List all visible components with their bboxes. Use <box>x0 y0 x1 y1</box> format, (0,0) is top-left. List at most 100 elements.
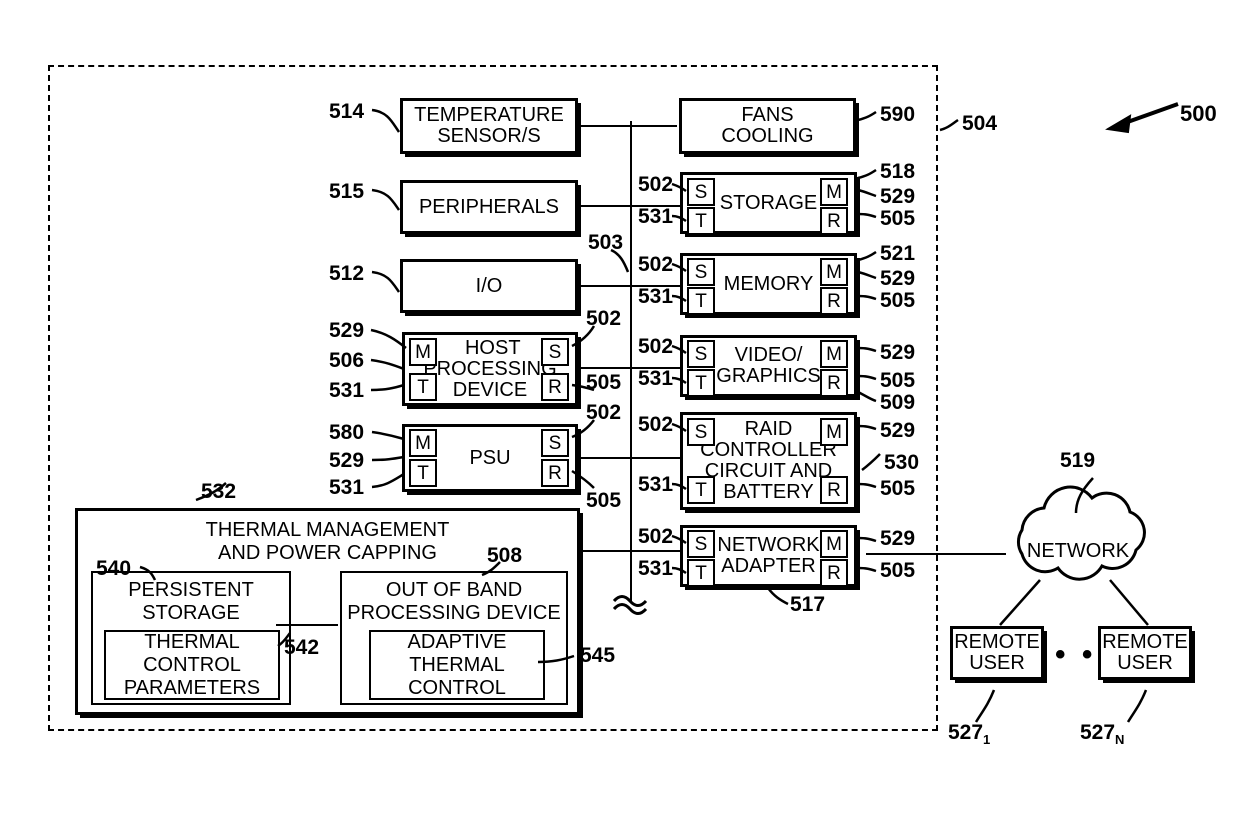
box-thermal-control-parameters[interactable]: THERMAL CONTROL PARAMETERS <box>104 630 280 700</box>
box-peripherals[interactable]: PERIPHERALS <box>400 180 578 234</box>
ref-505-netadapter: 505 <box>880 559 916 582</box>
ref-505-raid: 505 <box>880 477 916 500</box>
tile-host-m: M <box>409 338 437 366</box>
persistent-storage-line2: STORAGE <box>142 602 240 624</box>
tile-video-r: R <box>820 369 848 397</box>
tile-video-t: T <box>687 369 715 397</box>
ref-531-psu: 531 <box>329 476 365 499</box>
box-label-fans-cooling: FANS COOLING <box>721 104 814 147</box>
tile-raid-s: S <box>687 418 715 446</box>
tile-raid-t: T <box>687 476 715 504</box>
tile-netadapter-s: S <box>687 530 715 558</box>
network-cloud-label: NETWORK <box>1012 540 1144 563</box>
ref-506: 506 <box>329 349 365 372</box>
tile-psu-r: R <box>541 459 569 487</box>
persistent-storage-title: PERSISTENT STORAGE <box>93 579 289 625</box>
tile-memory-t: T <box>687 287 715 315</box>
ref-529-storage: 529 <box>880 185 916 208</box>
ref-527-n: 527N <box>1080 721 1125 748</box>
tile-storage-r: R <box>820 207 848 235</box>
oob-line2: PROCESSING DEVICE <box>347 602 561 624</box>
ref-502-storage: 502 <box>638 173 674 196</box>
thermal-title-line1: THERMAL MANAGEMENT <box>205 519 450 541</box>
ref-514: 514 <box>329 100 365 123</box>
cloud-leg-right <box>1109 579 1149 626</box>
ref-505-host-right: 505 <box>586 371 622 394</box>
ref-531-raid: 531 <box>638 473 674 496</box>
ref-518: 518 <box>880 160 916 183</box>
ref-531-storage: 531 <box>638 205 674 228</box>
ref-505-memory: 505 <box>880 289 916 312</box>
tile-psu-t: T <box>409 459 437 487</box>
box-remote-user-1[interactable]: REMOTE USER <box>950 626 1044 680</box>
ref-521: 521 <box>880 242 916 265</box>
tile-psu-m: M <box>409 429 437 457</box>
box-adaptive-thermal-control[interactable]: ADAPTIVE THERMAL CONTROL <box>369 630 545 700</box>
tile-netadapter-m: M <box>820 530 848 558</box>
figure-number-arrow <box>1105 102 1179 134</box>
ref-531-host: 531 <box>329 379 365 402</box>
tile-storage-s: S <box>687 178 715 206</box>
box-remote-user-2[interactable]: REMOTE USER <box>1098 626 1192 680</box>
ref-517: 517 <box>790 593 826 616</box>
ref-509: 509 <box>880 391 916 414</box>
oob-title: OUT OF BAND PROCESSING DEVICE <box>342 579 566 625</box>
network-cloud-icon <box>1017 485 1146 581</box>
ref-531-memory: 531 <box>638 285 674 308</box>
tile-memory-s: S <box>687 258 715 286</box>
ref-529-raid: 529 <box>880 419 916 442</box>
thermal-title-line2: AND POWER CAPPING <box>218 542 437 564</box>
tile-storage-t: T <box>687 207 715 235</box>
box-temperature-sensors[interactable]: TEMPERATURE SENSOR/S <box>400 98 578 154</box>
ref-529-video: 529 <box>880 341 916 364</box>
ref-529-host: 529 <box>329 319 365 342</box>
box-label-network-adapter: NETWORK ADAPTER <box>717 534 820 577</box>
tile-memory-m: M <box>820 258 848 286</box>
box-label-storage: STORAGE <box>719 191 818 214</box>
box-label-temperature-sensors: TEMPERATURE SENSOR/S <box>414 104 564 147</box>
tile-storage-m: M <box>820 178 848 206</box>
link-persistent-to-oob <box>276 624 338 626</box>
tile-video-s: S <box>687 340 715 368</box>
tile-memory-r: R <box>820 287 848 315</box>
ref-504: 504 <box>962 112 998 135</box>
ref-529-memory: 529 <box>880 267 916 290</box>
ref-502-video: 502 <box>638 335 674 358</box>
ref-580: 580 <box>329 421 365 444</box>
ref-502-psu-right: 502 <box>586 401 622 424</box>
bus-line-thermal <box>577 550 687 552</box>
tile-psu-s: S <box>541 429 569 457</box>
ref-512: 512 <box>329 262 365 285</box>
tile-host-t: T <box>409 373 437 401</box>
box-label-psu: PSU <box>469 446 511 469</box>
remote-user-1-label: REMOTE USER <box>954 631 1040 674</box>
persistent-storage-line1: PERSISTENT <box>128 579 254 601</box>
ref-502-netadapter: 502 <box>638 525 674 548</box>
box-persistent-storage[interactable]: PERSISTENT STORAGE THERMAL CONTROL PARAMET… <box>91 571 291 705</box>
box-thermal-management[interactable]: THERMAL MANAGEMENT AND POWER CAPPING PER… <box>75 508 580 715</box>
box-label-memory: MEMORY <box>723 272 814 295</box>
tile-video-m: M <box>820 340 848 368</box>
box-io[interactable]: I/O <box>400 259 578 313</box>
box-out-of-band-processing-device[interactable]: OUT OF BAND PROCESSING DEVICE ADAPTIVE TH… <box>340 571 568 705</box>
thermal-control-parameters-label: THERMAL CONTROL PARAMETERS <box>123 630 261 699</box>
box-label-raid-controller: RAID CONTROLLER CIRCUIT AND BATTERY <box>700 418 837 503</box>
ref-503: 503 <box>588 231 624 254</box>
ref-540: 540 <box>96 557 132 580</box>
adaptive-thermal-control-label: ADAPTIVE THERMAL CONTROL <box>407 630 507 699</box>
bus-line-network-out <box>866 553 1006 555</box>
box-label-video-graphics: VIDEO/GRAPHICS <box>716 344 821 387</box>
bus-line-psu <box>577 457 687 459</box>
box-fans-cooling[interactable]: FANS COOLING <box>679 98 856 154</box>
ref-531-video: 531 <box>638 367 674 390</box>
bus-line-temp-fans <box>577 125 677 127</box>
remote-user-2-label: REMOTE USER <box>1102 631 1188 674</box>
figure-canvas: TEMPERATURE SENSOR/S PERIPHERALS I/O HOST… <box>0 0 1240 819</box>
ref-502-memory: 502 <box>638 253 674 276</box>
leader-519 <box>1074 477 1094 514</box>
ref-542: 542 <box>284 636 320 659</box>
network-label-text: NETWORK <box>1026 540 1130 562</box>
ref-519: 519 <box>1060 449 1096 472</box>
ref-531-netadapter: 531 <box>638 557 674 580</box>
ref-529-netadapter: 529 <box>880 527 916 550</box>
